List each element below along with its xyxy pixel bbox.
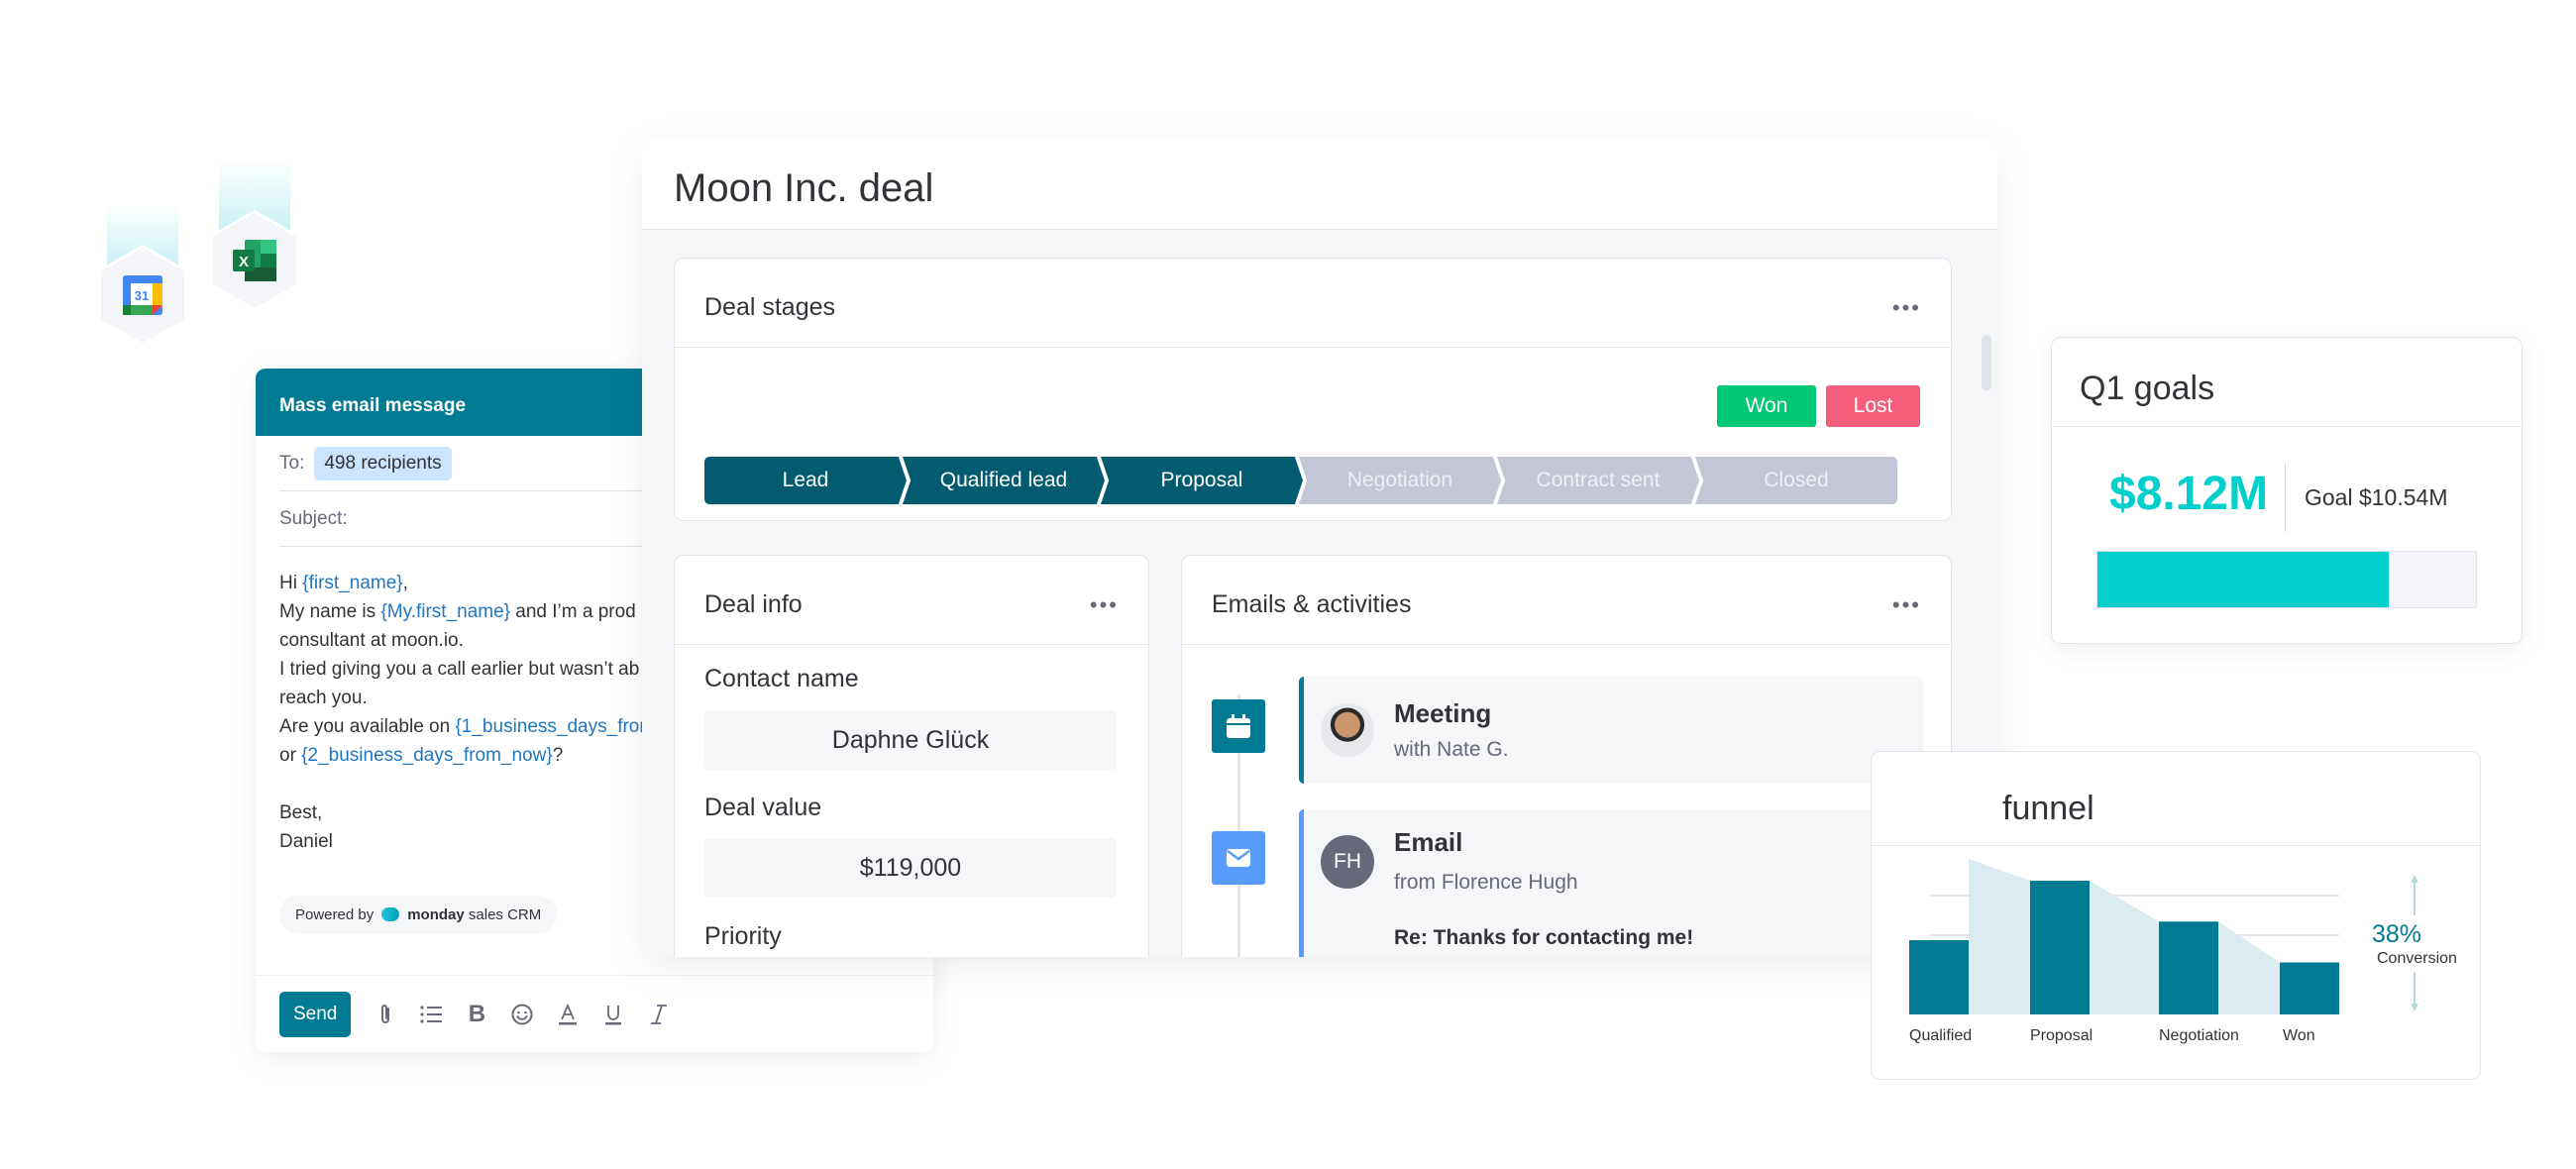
activity-meeting[interactable]: Meeting with Nate G. (1299, 677, 1923, 784)
activity-title: Email (1394, 827, 1463, 857)
avatar: FH (1321, 835, 1374, 889)
deal-window: Moon Inc. deal Deal stages ••• Won Lost … (642, 139, 1997, 957)
google-calendar-icon: 31 (123, 275, 162, 315)
excel-icon: X (233, 240, 276, 281)
bar-negotiation (2159, 921, 2218, 1014)
funnel-card: funnel 38% Conversion Qualified Proposal N… (1871, 751, 2481, 1080)
won-button[interactable]: Won (1717, 385, 1816, 427)
brand-suffix: sales CRM (468, 905, 542, 923)
arrow-head-up (2411, 875, 2418, 883)
body-text: , (402, 573, 408, 593)
x-label-negotiation: Negotiation (2159, 1027, 2239, 1044)
goal-progress-bar (2096, 551, 2477, 608)
svg-text:X: X (239, 254, 249, 270)
text-color-icon[interactable] (557, 1003, 579, 1026)
svg-text:31: 31 (135, 288, 149, 303)
monday-logo-icon (381, 907, 400, 921)
body-text: or (279, 745, 302, 766)
list-icon[interactable] (420, 1003, 443, 1026)
send-button[interactable]: Send (279, 991, 352, 1037)
stage-lead[interactable]: Lead (704, 457, 907, 504)
variable-token: {first_name} (302, 573, 403, 593)
goal-value: Goal $10.54M (2305, 484, 2448, 510)
body-text: and I’m a prod (510, 601, 636, 622)
goal-progress-fill (2097, 552, 2390, 607)
stage-negotiation[interactable]: Negotiation (1299, 457, 1501, 504)
x-label-won: Won (2283, 1027, 2315, 1044)
bar-proposal (2030, 881, 2090, 1014)
current-value: $8.12M (2109, 468, 2269, 520)
underline-icon[interactable] (602, 1003, 624, 1026)
activity-subtitle: from Florence Hugh (1394, 871, 1578, 894)
calendar-icon (1212, 699, 1265, 753)
stage-pipeline: Lead Qualified lead Proposal Negotiation Con… (704, 457, 1897, 504)
stage-closed[interactable]: Closed (1695, 457, 1897, 504)
avatar (1321, 703, 1374, 757)
more-options-icon[interactable]: ••• (1892, 295, 1921, 321)
powered-by-text: Powered by (295, 905, 375, 923)
variable-token: {2_business_days_from_now} (301, 745, 553, 766)
emoji-icon[interactable] (511, 1003, 533, 1026)
email-icon (1212, 831, 1265, 885)
deal-value-field[interactable]: $119,000 (704, 838, 1117, 898)
subject-label: Subject: (279, 507, 348, 529)
variable-token: {1_business_days_fron (455, 716, 650, 737)
body-text: Hi (279, 573, 303, 593)
priority-label: Priority (704, 922, 782, 950)
lost-button[interactable]: Lost (1826, 385, 1920, 427)
deal-stages-title: Deal stages (704, 293, 836, 321)
q1-goals-title: Q1 goals (2052, 338, 2522, 427)
q1-goals-card: Q1 goals $8.12M Goal $10.54M (2051, 337, 2522, 644)
excel-badge: X (210, 163, 299, 311)
powered-by-badge[interactable]: Powered by monday sales CRM (279, 896, 558, 933)
bar-qualified (1909, 940, 1969, 1014)
activity-email[interactable]: FH Email from Florence Hugh Re: Thanks f… (1299, 809, 1923, 957)
recipients-chip[interactable]: 498 recipients (314, 446, 452, 480)
scrollbar[interactable] (1982, 335, 1991, 390)
deal-info-title: Deal info (704, 590, 803, 618)
body-text: ? (552, 745, 564, 766)
body-text: Are you available on (279, 716, 456, 737)
contact-name-label: Contact name (704, 665, 859, 692)
email-toolbar: Send B (256, 975, 933, 1052)
more-options-icon[interactable]: ••• (1892, 592, 1921, 618)
email-subject: Re: Thanks for contacting me! (1394, 926, 1694, 949)
to-label: To: (279, 452, 305, 474)
x-label-proposal: Proposal (2030, 1027, 2093, 1044)
divider (2285, 463, 2286, 532)
deal-info-card: Deal info ••• Contact name Daphne Glück … (674, 555, 1149, 957)
body-text: My name is (279, 601, 381, 622)
stage-qualified-lead[interactable]: Qualified lead (903, 457, 1105, 504)
deal-value-label: Deal value (704, 794, 822, 821)
emails-activities-title: Emails & activities (1212, 590, 1412, 618)
stage-proposal[interactable]: Proposal (1101, 457, 1303, 504)
activity-subtitle: with Nate G. (1394, 738, 1509, 761)
variable-token: {My.first_name} (380, 601, 511, 622)
bold-icon[interactable]: B (466, 1001, 487, 1027)
bar-won (2280, 962, 2339, 1014)
deal-title: Moon Inc. deal (642, 139, 1997, 230)
conversion-label: Conversion (2377, 950, 2457, 967)
conversion-percent: 38% (2372, 920, 2422, 948)
more-options-icon[interactable]: ••• (1090, 592, 1119, 618)
stage-contract-sent[interactable]: Contract sent (1497, 457, 1699, 504)
paperclip-icon[interactable] (375, 1003, 396, 1026)
deal-stages-card: Deal stages ••• Won Lost Lead Qualified l… (674, 258, 1952, 521)
emails-activities-card: Emails & activities ••• Meeting with Nat… (1181, 555, 1952, 957)
contact-name-field[interactable]: Daphne Glück (704, 710, 1117, 770)
arrow-head-down (2411, 1004, 2418, 1011)
x-label-qualified: Qualified (1909, 1027, 1973, 1044)
google-calendar-badge: 31 (98, 208, 187, 346)
italic-icon[interactable] (648, 1003, 670, 1026)
brand-name: monday (407, 905, 465, 923)
activity-title: Meeting (1394, 698, 1492, 728)
